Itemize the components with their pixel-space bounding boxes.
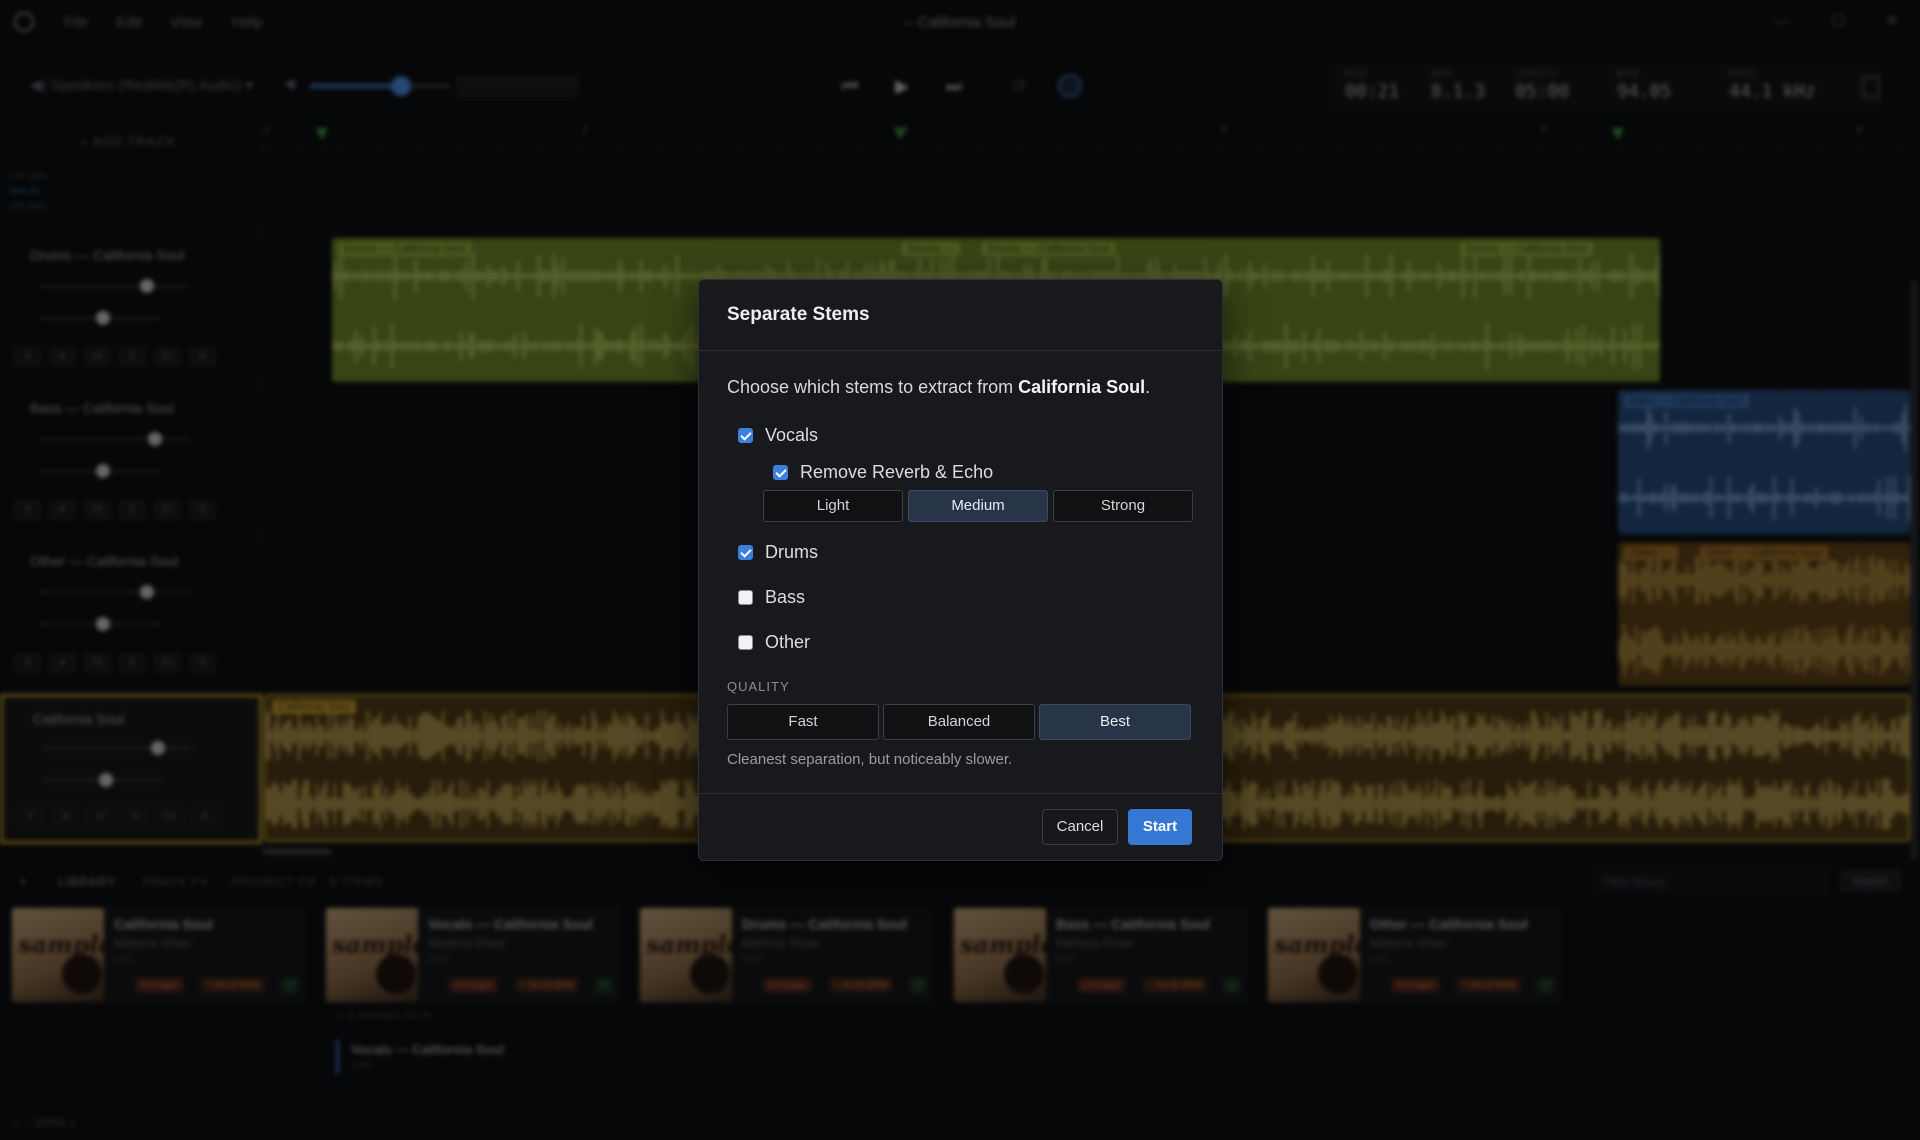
prompt-text: Choose which stems to extract from xyxy=(727,377,1019,397)
drums-label: Drums xyxy=(765,542,818,562)
stem-bass[interactable]: Bass xyxy=(738,587,805,608)
quality-balanced-button[interactable]: Balanced xyxy=(883,704,1035,740)
dialog-body: Choose which stems to extract from Calif… xyxy=(699,351,1222,398)
cancel-button[interactable]: Cancel xyxy=(1042,809,1118,845)
quality-best-button[interactable]: Best xyxy=(1039,704,1191,740)
remove-reverb-label: Remove Reverb & Echo xyxy=(800,462,994,482)
start-button[interactable]: Start xyxy=(1128,809,1192,845)
dialog-footer: Cancel Start xyxy=(699,793,1222,861)
vocals-label: Vocals xyxy=(765,425,819,445)
stem-drums[interactable]: Drums xyxy=(738,542,818,563)
stem-other[interactable]: Other xyxy=(738,632,810,653)
stem-vocals[interactable]: Vocals xyxy=(738,425,818,446)
drums-checkbox[interactable] xyxy=(738,545,753,560)
bass-label: Bass xyxy=(765,587,806,607)
prompt-song-name: California Soul xyxy=(1018,377,1146,397)
separate-stems-dialog: Separate Stems Choose which stems to ext… xyxy=(698,279,1223,861)
dialog-header: Separate Stems xyxy=(699,280,1222,351)
remove-reverb-checkbox[interactable] xyxy=(773,465,788,480)
vocals-checkbox[interactable] xyxy=(738,428,753,443)
prompt-suffix: . xyxy=(1145,377,1151,397)
dialog-prompt: Choose which stems to extract from Calif… xyxy=(727,377,1194,398)
reverb-light-button[interactable]: Light xyxy=(763,490,903,522)
quality-fast-button[interactable]: Fast xyxy=(727,704,879,740)
quality-section-label: QUALITY xyxy=(727,679,790,694)
dialog-title: Separate Stems xyxy=(727,304,870,325)
reverb-strong-button[interactable]: Strong xyxy=(1053,490,1193,522)
bass-checkbox[interactable] xyxy=(738,590,753,605)
other-label: Other xyxy=(765,632,811,652)
other-checkbox[interactable] xyxy=(738,635,753,650)
reverb-medium-button[interactable]: Medium xyxy=(908,490,1048,522)
quality-hint: Cleanest separation, but noticeably slow… xyxy=(727,751,1013,768)
remove-reverb-option[interactable]: Remove Reverb & Echo xyxy=(773,462,993,483)
